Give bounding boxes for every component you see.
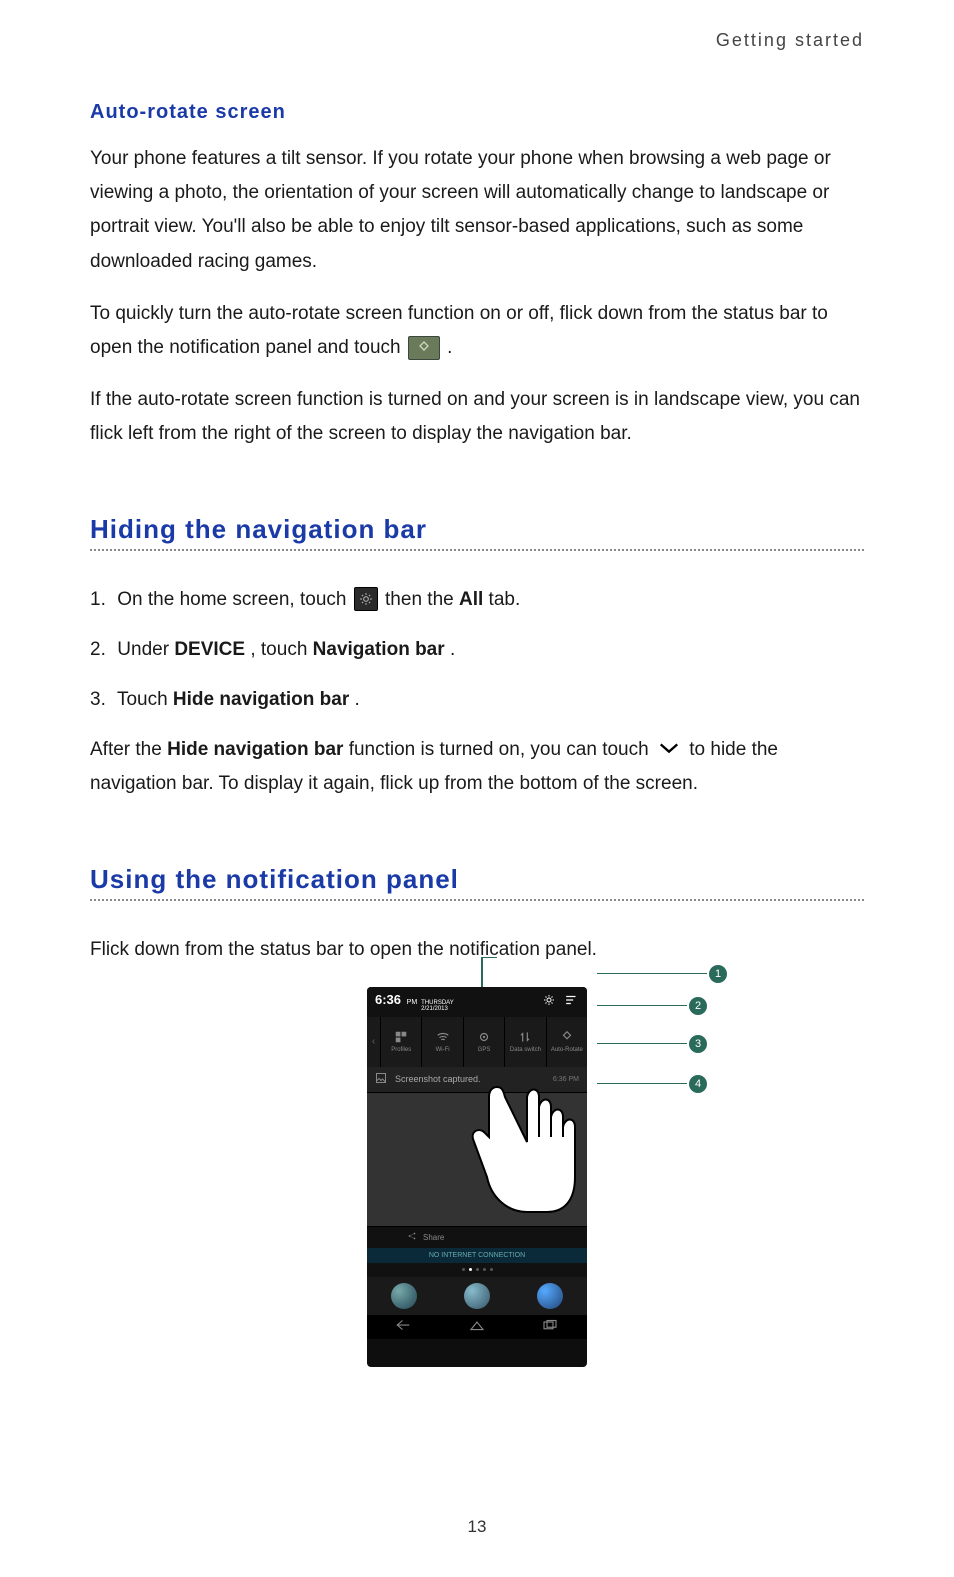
settings-icon [354, 587, 378, 611]
phone-body-area: Share NO INTERNET CONNECTION [367, 1093, 587, 1263]
callout-1: 1 [709, 965, 727, 983]
clear-icon [565, 995, 579, 1008]
text: On the home screen, touch [117, 589, 351, 610]
heading-hiding-nav: Hiding the navigation bar [90, 514, 864, 545]
recent-icon [541, 1318, 559, 1336]
step-number: 3. [90, 683, 112, 717]
toggle-data: Data switch [505, 1017, 546, 1067]
text-bold: Hide navigation bar [167, 739, 343, 760]
auto-rotate-paragraph-3: If the auto-rotate screen function is tu… [90, 383, 864, 451]
text: To quickly turn the auto-rotate screen f… [90, 303, 828, 358]
divider [90, 899, 864, 901]
step-2: 2. Under DEVICE , touch Navigation bar . [90, 633, 864, 667]
text: then the [385, 589, 459, 610]
notification-time: 6:36 PM [553, 1076, 579, 1083]
text: After the [90, 739, 167, 760]
dock-contacts-icon [464, 1283, 490, 1309]
phone-date: 2/21/2013 [421, 1006, 454, 1012]
phone-share-row: Share [367, 1226, 587, 1248]
text: . [355, 689, 360, 710]
dock-phone-icon [391, 1283, 417, 1309]
step-1: 1. On the home screen, touch then the Al… [90, 583, 864, 617]
phone-dock [367, 1277, 587, 1315]
back-icon [395, 1318, 413, 1336]
text: . [447, 337, 452, 358]
home-icon [468, 1318, 486, 1336]
heading-notification-panel: Using the notification panel [90, 864, 864, 895]
gear-icon [543, 994, 555, 1009]
phone-time: 6:36 PM [375, 992, 417, 1007]
toggle-scroll-left-icon: ‹ [367, 1017, 381, 1067]
share-icon [407, 1231, 417, 1243]
chevron-down-icon [658, 733, 680, 767]
notification-text: Screenshot captured. [395, 1074, 553, 1084]
toggle-profiles: Profiles [381, 1017, 422, 1067]
text: . [450, 639, 455, 660]
text: Touch [117, 689, 173, 710]
text: Under [117, 639, 174, 660]
callout-2: 2 [689, 997, 707, 1015]
toggle-auto-rotate: Auto-Rotate [547, 1017, 587, 1067]
dock-browser-icon [537, 1283, 563, 1309]
text: , touch [250, 639, 312, 660]
page-number: 13 [0, 1517, 954, 1537]
phone-illustration: 6:36 PM THURSDAY 2/21/2013 ‹ Profiles W [90, 987, 864, 1387]
after-paragraph: After the Hide navigation bar function i… [90, 733, 864, 801]
heading-auto-rotate: Auto-rotate screen [90, 101, 864, 124]
callout-3: 3 [689, 1035, 707, 1053]
text-bold: All [459, 589, 483, 610]
phone-no-internet: NO INTERNET CONNECTION [367, 1248, 587, 1263]
divider [90, 549, 864, 551]
phone-status-bar: 6:36 PM THURSDAY 2/21/2013 [367, 987, 587, 1017]
step-3: 3. Touch Hide navigation bar . [90, 683, 864, 717]
phone-notification-row: Screenshot captured. 6:36 PM [367, 1067, 587, 1093]
auto-rotate-toggle-icon [408, 336, 440, 360]
text: function is turned on, you can touch [349, 739, 654, 760]
step-number: 2. [90, 633, 112, 667]
phone-nav-bar [367, 1315, 587, 1339]
text-bold: Navigation bar [313, 639, 445, 660]
step-number: 1. [90, 583, 112, 617]
auto-rotate-paragraph-2: To quickly turn the auto-rotate screen f… [90, 297, 864, 365]
callout-4: 4 [689, 1075, 707, 1093]
auto-rotate-paragraph-1: Your phone features a tilt sensor. If yo… [90, 142, 864, 279]
toggle-wifi: Wi-Fi [422, 1017, 463, 1067]
phone-page-indicator [367, 1263, 587, 1277]
text-bold: DEVICE [174, 639, 245, 660]
phone-mock: 6:36 PM THURSDAY 2/21/2013 ‹ Profiles W [367, 987, 587, 1367]
page-section-header: Getting started [90, 30, 864, 51]
phone-quick-toggles: ‹ Profiles Wi-Fi GPS Data switch Auto-Ro… [367, 1017, 587, 1067]
text-bold: Hide navigation bar [173, 689, 349, 710]
toggle-gps: GPS [464, 1017, 505, 1067]
text: tab. [489, 589, 521, 610]
image-icon [375, 1072, 387, 1086]
